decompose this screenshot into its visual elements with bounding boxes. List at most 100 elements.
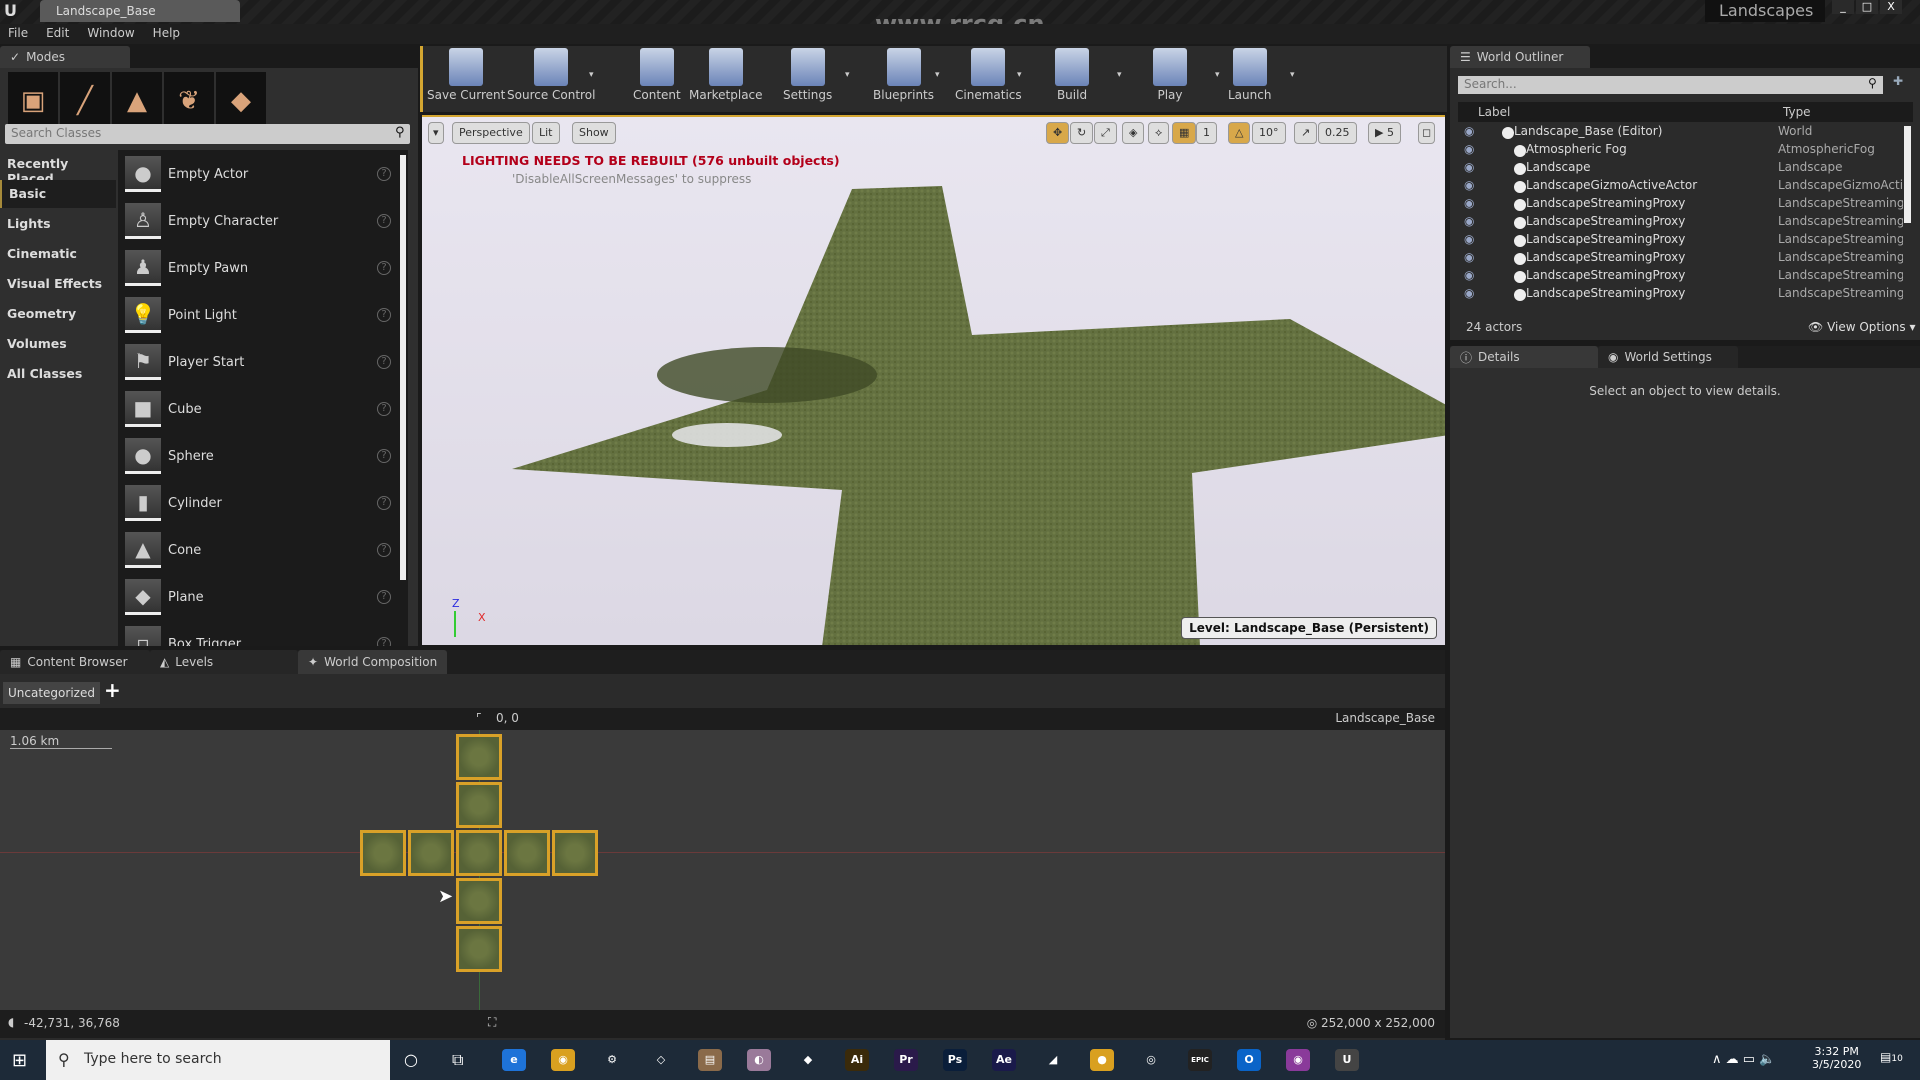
grid-snap-icon[interactable]: ▦ [1172, 122, 1197, 144]
settings-icon[interactable]: ⚙ [600, 1049, 624, 1071]
unreal-icon[interactable]: U [1335, 1049, 1359, 1071]
outliner-row[interactable]: ◉ Landscape Landscape [1458, 160, 1903, 178]
menu-file[interactable]: File [8, 26, 28, 42]
dropdown-caret-icon[interactable]: ▾ [589, 70, 594, 80]
world-local-icon[interactable]: ◈ [1122, 122, 1145, 144]
tab-levels[interactable]: ◭ Levels [150, 650, 298, 674]
place-mode-icon[interactable]: ▣ [8, 72, 58, 130]
notifications-icon[interactable]: ▤10 [1880, 1050, 1903, 1064]
help-icon[interactable]: ? [377, 402, 391, 416]
camera-speed-button[interactable]: ▶ 5 [1368, 122, 1401, 144]
visibility-eye-icon[interactable]: ◉ [1464, 286, 1474, 300]
surface-snap-icon[interactable]: ⟡ [1148, 122, 1170, 144]
uncategorized-button[interactable]: Uncategorized [3, 682, 100, 704]
placeable-item[interactable]: ● Empty Actor? [125, 154, 395, 194]
level-tile[interactable] [456, 734, 502, 780]
placeable-item[interactable]: ▲ Cone? [125, 530, 395, 570]
level-tile[interactable] [456, 830, 502, 876]
outliner-row[interactable]: ◉ LandscapeStreamingProxy LandscapeStreami… [1458, 196, 1903, 214]
scale-snap-value[interactable]: 0.25 [1318, 122, 1357, 144]
source-control-button[interactable]: Source Control [507, 48, 595, 102]
outliner-row[interactable]: ◉ Landscape_Base (Editor) World [1458, 124, 1903, 142]
category-basic[interactable]: Basic [0, 180, 116, 208]
rotate-tool-icon[interactable]: ↻ [1070, 122, 1094, 144]
placeable-item[interactable]: ♟ Empty Pawn? [125, 248, 395, 288]
help-icon[interactable]: ? [377, 167, 391, 181]
premiere-icon[interactable]: Pr [894, 1049, 918, 1071]
column-type[interactable]: Type [1783, 105, 1811, 119]
scrollbar[interactable] [400, 155, 406, 580]
edge-icon[interactable]: e [502, 1049, 526, 1071]
level-tile[interactable] [552, 830, 598, 876]
content-button[interactable]: Content [633, 48, 681, 102]
level-tile[interactable] [456, 878, 502, 924]
placeable-item[interactable]: ▮ Cylinder? [125, 483, 395, 523]
dropdown-caret-icon[interactable]: ▾ [845, 70, 850, 80]
outliner-row[interactable]: ◉ LandscapeStreamingProxy LandscapeStreami… [1458, 214, 1903, 232]
search-classes-input[interactable]: Search Classes [5, 124, 410, 144]
close-button[interactable]: X [1880, 0, 1902, 14]
outliner-row[interactable]: ◉ Atmospheric Fog AtmosphericFog [1458, 142, 1903, 160]
placeable-item[interactable]: 💡 Point Light? [125, 295, 395, 335]
help-icon[interactable]: ? [377, 214, 391, 228]
category-all-classes[interactable]: All Classes [0, 360, 116, 388]
taskbar-search-input[interactable]: Type here to search [46, 1040, 390, 1080]
menu-window[interactable]: Window [87, 26, 134, 42]
settings-button[interactable]: Settings [783, 48, 832, 102]
outliner-search-input[interactable]: Search... [1458, 76, 1883, 94]
help-icon[interactable]: ? [377, 496, 391, 510]
viewport-options-button[interactable]: ▾ [428, 122, 444, 144]
build-button[interactable]: Build [1055, 48, 1089, 102]
chrome-icon[interactable]: ◉ [551, 1049, 575, 1071]
windows-start-icon[interactable]: ⊞ [12, 1050, 27, 1071]
tab-world-settings[interactable]: ◉ World Settings [1598, 346, 1738, 368]
add-folder-icon[interactable]: ✚ [1893, 74, 1903, 88]
view-options-button[interactable]: 👁 View Options ▾ [1808, 320, 1916, 334]
rotation-snap-icon[interactable]: △ [1228, 122, 1251, 144]
dropdown-caret-icon[interactable]: ▾ [1117, 70, 1122, 80]
placeable-item[interactable]: ■ Cube? [125, 389, 395, 429]
dropdown-caret-icon[interactable]: ▾ [1290, 70, 1295, 80]
cortana-icon[interactable]: ○ [404, 1050, 418, 1069]
show-button[interactable]: Show [572, 122, 616, 144]
outlook-icon[interactable]: O [1237, 1049, 1261, 1071]
photoshop-icon[interactable]: Ps [943, 1049, 967, 1071]
category-geometry[interactable]: Geometry [0, 300, 116, 328]
outliner-row[interactable]: ◉ LandscapeStreamingProxy LandscapeStreami… [1458, 232, 1903, 250]
rotation-snap-value[interactable]: 10° [1252, 122, 1286, 144]
visibility-eye-icon[interactable]: ◉ [1464, 196, 1474, 210]
add-layer-button[interactable]: + [104, 678, 121, 702]
perspective-button[interactable]: Perspective [452, 122, 530, 144]
cinematics-button[interactable]: Cinematics [955, 48, 1022, 102]
fit-view-icon[interactable]: ⛶ [488, 1015, 496, 1030]
maximize-viewport-icon[interactable]: ◻ [1418, 122, 1436, 144]
outliner-row[interactable]: ◉ LandscapeStreamingProxy LandscapeStreami… [1458, 268, 1903, 286]
help-icon[interactable]: ? [377, 261, 391, 275]
scrollbar[interactable] [1904, 126, 1911, 223]
help-icon[interactable]: ? [377, 637, 391, 646]
category-volumes[interactable]: Volumes [0, 330, 116, 358]
launch-button[interactable]: Launch [1228, 48, 1271, 102]
visibility-eye-icon[interactable]: ◉ [1464, 250, 1474, 264]
visibility-eye-icon[interactable]: ◉ [1464, 124, 1474, 138]
help-icon[interactable]: ? [377, 308, 391, 322]
visibility-eye-icon[interactable]: ◉ [1464, 178, 1474, 192]
tab-modes[interactable]: ✓ Modes [0, 46, 130, 68]
level-tile[interactable] [408, 830, 454, 876]
tab-details[interactable]: ⓘ Details [1450, 346, 1598, 368]
category-lights[interactable]: Lights [0, 210, 116, 238]
foliage-mode-icon[interactable]: ❦ [164, 72, 214, 130]
visibility-eye-icon[interactable]: ◉ [1464, 214, 1474, 228]
help-icon[interactable]: ? [377, 449, 391, 463]
tab-world-outliner[interactable]: ☰ World Outliner [1450, 46, 1590, 68]
geometry-mode-icon[interactable]: ◆ [216, 72, 266, 130]
scale-snap-icon[interactable]: ↗ [1294, 122, 1318, 144]
category-visual-effects[interactable]: Visual Effects [0, 270, 116, 298]
app-icon[interactable]: ◉ [1286, 1049, 1310, 1071]
blueprints-button[interactable]: Blueprints [873, 48, 934, 102]
outliner-row[interactable]: ◉ LandscapeGizmoActiveActor LandscapeGizmo… [1458, 178, 1903, 196]
world-composition-canvas[interactable]: 1.06 km ➤ [0, 730, 1445, 1010]
level-viewport[interactable]: ▾ Perspective Lit Show ✥ ↻ ⤢ ◈ ⟡ ▦ 1 △ 1… [422, 115, 1445, 645]
app-icon[interactable]: ● [1090, 1049, 1114, 1071]
system-tray-icons[interactable]: ∧ ☁ ▭ 🔈 [1712, 1052, 1775, 1067]
